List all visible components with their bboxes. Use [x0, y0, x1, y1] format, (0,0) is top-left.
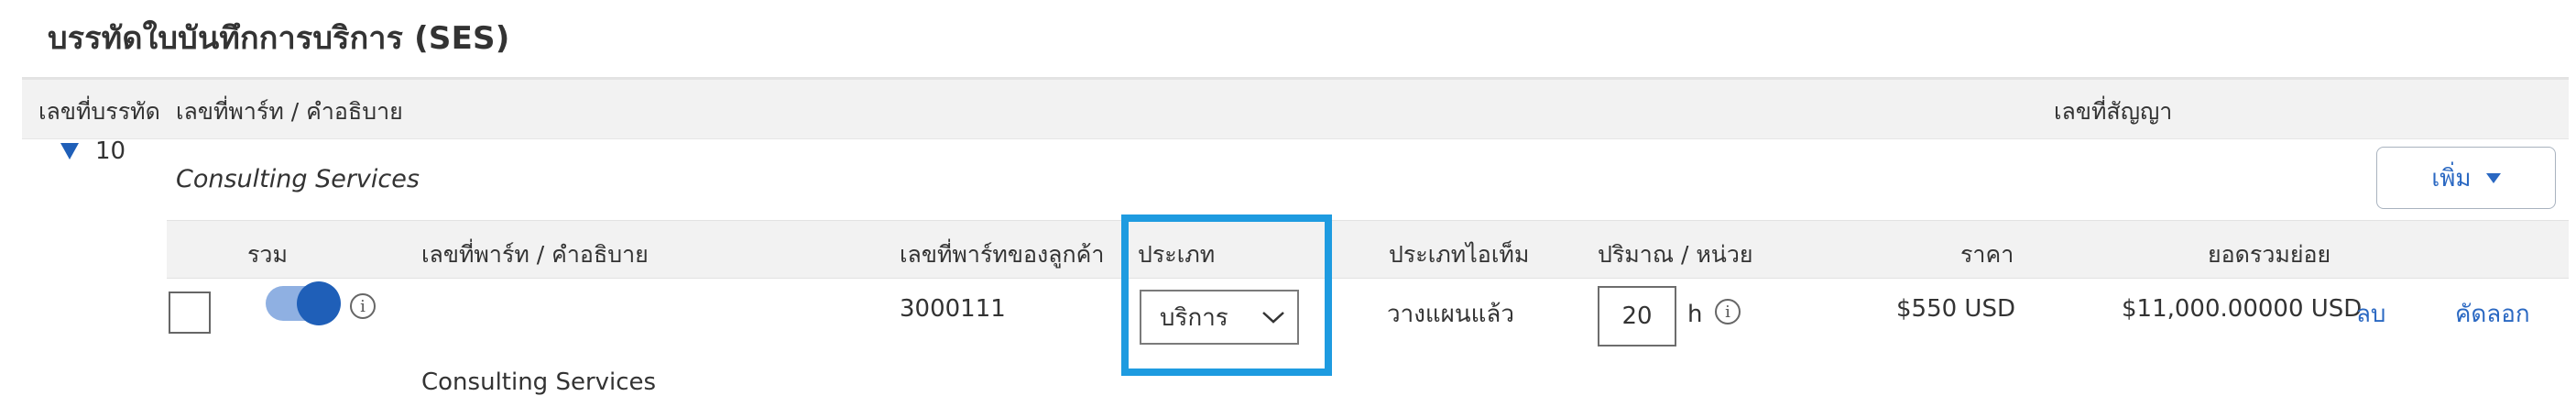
col-part-description: เลขที่พาร์ท / คำอธิบาย: [421, 241, 649, 268]
col-include: รวม: [247, 241, 288, 268]
header-line-number: เลขที่บรรทัด: [38, 98, 160, 125]
toggle-knob: [297, 281, 341, 325]
row-description: Consulting Services: [421, 368, 657, 396]
copy-link[interactable]: คัดลอก: [2455, 295, 2530, 333]
header-part-description: เลขที่พาร์ท / คำอธิบาย: [176, 98, 403, 125]
add-button-label: เพิ่ม: [2431, 164, 2472, 192]
col-subtotal: ยอดรวมย่อย: [2208, 241, 2331, 268]
chevron-down-icon: [1262, 312, 1284, 324]
info-icon[interactable]: i: [1715, 299, 1741, 324]
unit-label: h: [1687, 301, 1703, 328]
customer-part-number: 3000111: [900, 295, 1006, 323]
price-value: $550 USD: [1896, 295, 2015, 323]
type-select-value: บริการ: [1160, 303, 1228, 332]
col-price: ราคา: [1960, 241, 2014, 268]
col-item-type: ประเภทไอเท็ม: [1389, 241, 1530, 268]
delete-link[interactable]: ลบ: [2356, 295, 2385, 333]
col-quantity-unit: ปริมาณ / หน่วย: [1598, 241, 1753, 268]
add-button[interactable]: เพิ่ม: [2376, 147, 2556, 209]
subtotal-value: $11,000.00000 USD: [2122, 295, 2363, 323]
item-type-value: วางแผนแล้ว: [1387, 301, 1514, 328]
section-title: บรรทัดใบบันทึกการบริการ (SES): [48, 20, 510, 57]
col-customer-part-number: เลขที่พาร์ทของลูกค้า: [900, 241, 1105, 268]
quantity-value: 20: [1621, 302, 1653, 330]
chevron-down-icon: [2485, 172, 2501, 183]
header-contract-number: เลขที่สัญญา: [2054, 98, 2173, 125]
line-number: 10: [95, 138, 126, 165]
collapse-triangle-icon[interactable]: [60, 143, 79, 160]
row-select-checkbox[interactable]: [169, 292, 211, 334]
quantity-input[interactable]: 20: [1598, 286, 1676, 346]
table-header: [22, 77, 2569, 139]
include-toggle[interactable]: [266, 281, 341, 325]
line-item-title: Consulting Services: [176, 165, 420, 193]
type-select[interactable]: บริการ: [1140, 290, 1299, 345]
info-icon[interactable]: i: [350, 293, 376, 319]
